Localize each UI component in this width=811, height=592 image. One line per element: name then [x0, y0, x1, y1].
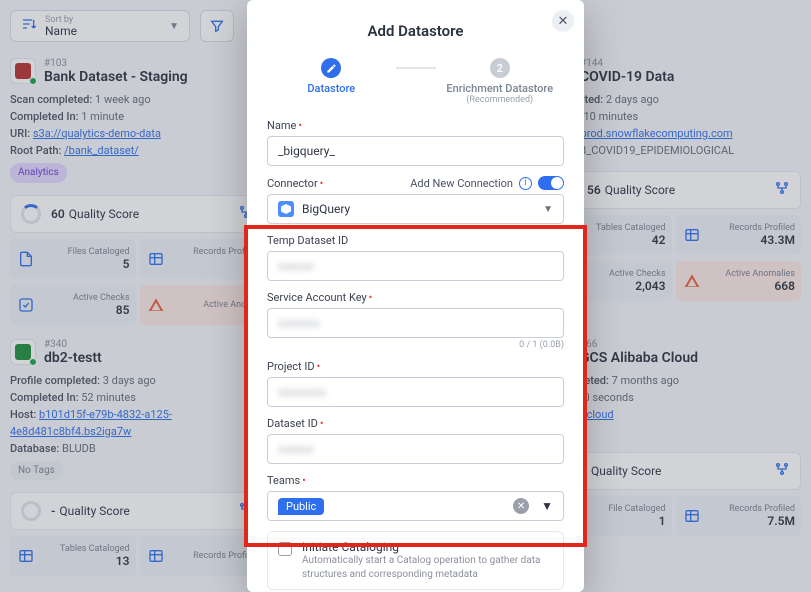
step-1-bubble	[321, 58, 341, 78]
close-button[interactable]: ✕	[552, 10, 574, 32]
connector-select[interactable]: BigQuery ▼	[267, 194, 564, 224]
initiate-cataloging-title: Initiate Cataloging	[302, 540, 553, 554]
service-account-key-label: Service Account Key•	[267, 291, 372, 304]
step-2-bubble: 2	[490, 58, 510, 78]
temp-dataset-label: Temp Dataset ID	[267, 234, 348, 247]
modal-title: Add Datastore	[267, 22, 564, 40]
info-icon: i	[519, 177, 532, 190]
project-id-input[interactable]: xxxxxxxx	[267, 377, 564, 407]
step-2-sublabel: (Recommended)	[466, 95, 533, 105]
project-id-label: Project ID•	[267, 360, 320, 373]
team-chip-public[interactable]: Public	[278, 498, 324, 515]
service-account-key-counter: 0 / 1 (0.0B)	[267, 340, 564, 350]
bigquery-icon	[278, 201, 294, 217]
add-connection-toggle[interactable]	[538, 176, 564, 190]
initiate-cataloging-option[interactable]: Initiate Cataloging Automatically start …	[267, 531, 564, 590]
dataset-id-label: Dataset ID•	[267, 417, 324, 430]
chevron-down-icon: ▼	[541, 499, 553, 513]
service-account-key-input[interactable]: xxxxxxx	[267, 308, 564, 338]
step-2-label: Enrichment Datastore	[446, 82, 553, 95]
teams-label: Teams•	[267, 474, 306, 487]
clear-teams-button[interactable]: ✕	[513, 498, 529, 514]
initiate-cataloging-sub: Automatically start a Catalog operation …	[302, 554, 553, 581]
step-1-label: Datastore	[307, 82, 355, 95]
add-new-connection[interactable]: Add New Connection i	[410, 176, 564, 190]
chevron-down-icon: ▼	[543, 204, 553, 215]
name-input[interactable]: _bigquery_	[267, 136, 564, 166]
stepper: Datastore 2 Enrichment Datastore (Recomm…	[267, 58, 564, 105]
add-datastore-modal: ✕ Add Datastore Datastore 2 Enrichment D…	[247, 0, 584, 592]
temp-dataset-input[interactable]: xxxxxx	[267, 251, 564, 281]
connector-label: Connector•	[267, 177, 323, 190]
dataset-id-input[interactable]: xxxxxx	[267, 434, 564, 464]
teams-input[interactable]: Public ✕ ▼	[267, 491, 564, 521]
initiate-cataloging-checkbox[interactable]	[278, 542, 292, 556]
name-label: Name•	[267, 119, 302, 132]
